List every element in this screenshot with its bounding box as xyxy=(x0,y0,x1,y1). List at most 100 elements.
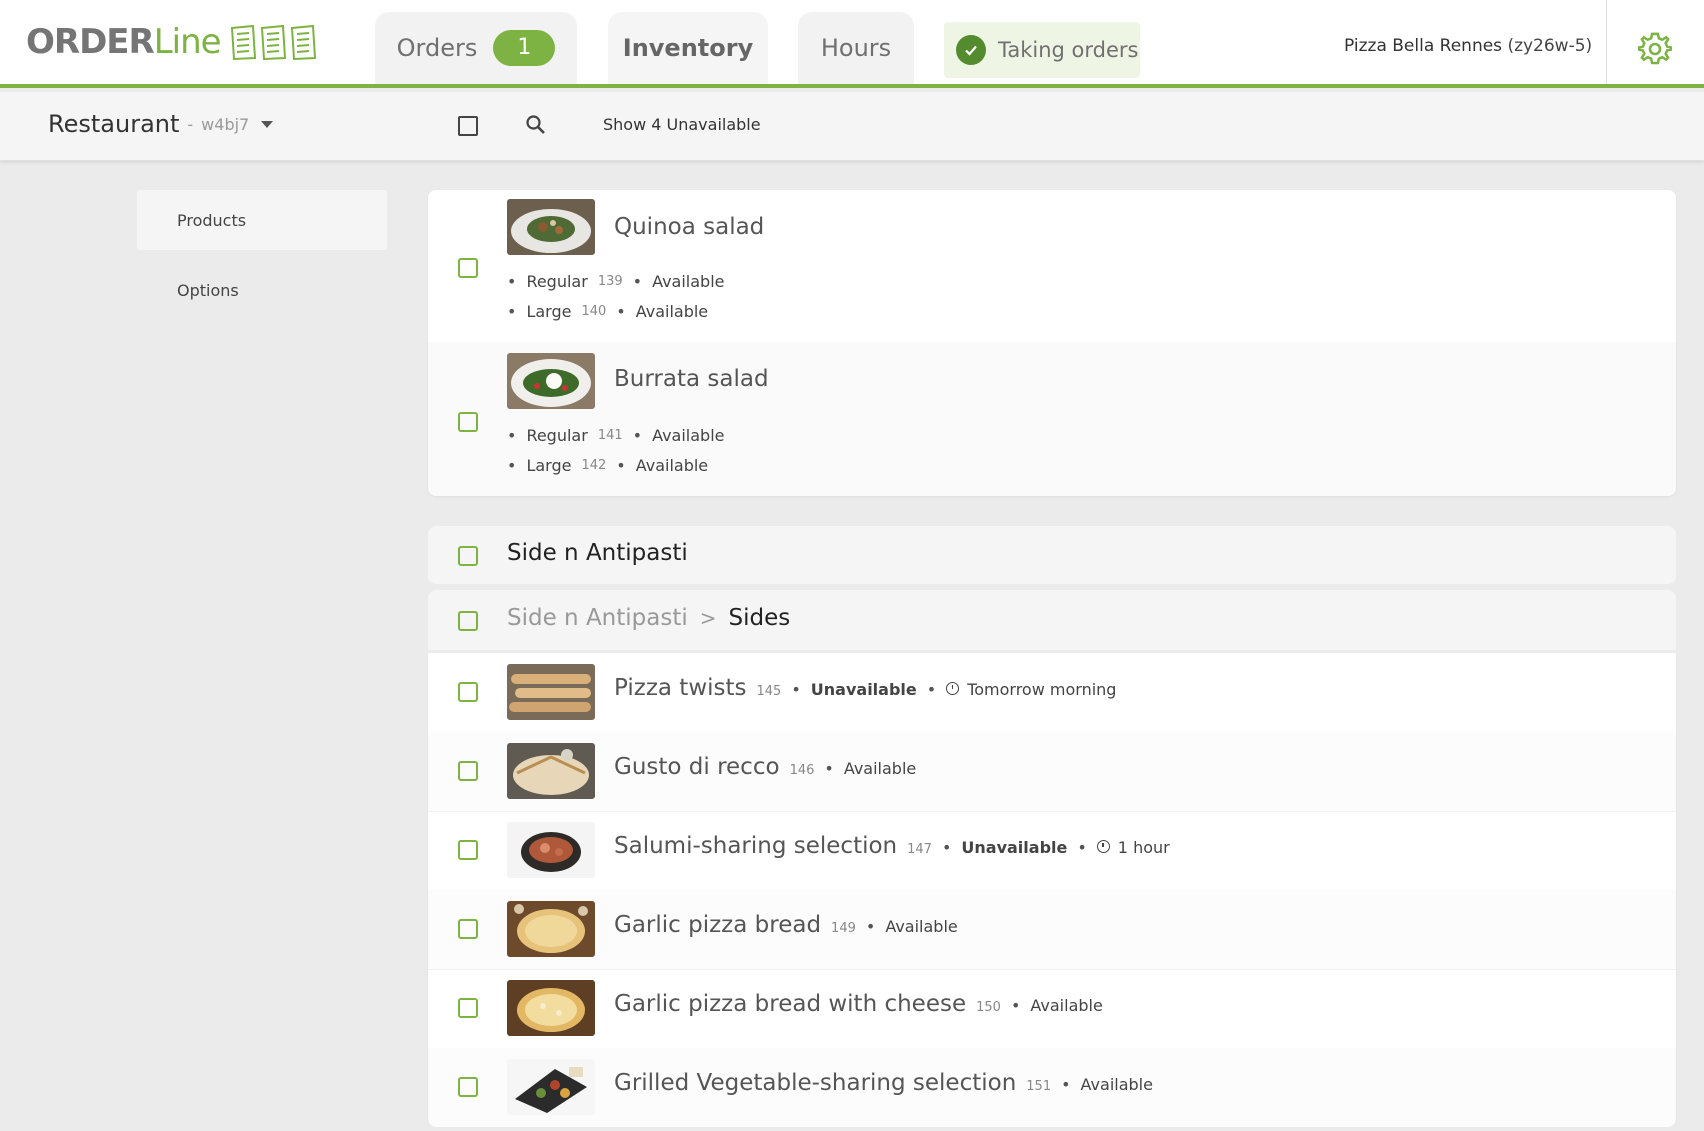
product-status: Unavailable xyxy=(961,838,1068,857)
subcategory-header: Side n Antipasti > Sides xyxy=(428,590,1676,650)
product-name: Grilled Vegetable-sharing selection xyxy=(614,1070,1017,1096)
product-item: Pizza twists 145 • Unavailable • Tomorro… xyxy=(428,653,1676,733)
product-number: 151 xyxy=(1026,1079,1052,1094)
product-thumbnail xyxy=(507,822,595,878)
product-checkbox[interactable] xyxy=(458,919,478,939)
orderline-logo[interactable]: ORDER Line xyxy=(26,22,321,62)
salads-card: Quinoa salad • Regular 139 • Available •… xyxy=(428,190,1676,496)
product-checkbox[interactable] xyxy=(458,258,478,278)
product-thumbnail xyxy=(507,353,595,409)
top-navigation-bar: ORDER Line Orders 1 Inventory Hours Taki… xyxy=(0,0,1704,88)
taking-orders-label: Taking orders xyxy=(998,38,1139,62)
product-item: Burrata salad • Regular 141 • Available … xyxy=(428,342,1676,496)
clock-icon xyxy=(1096,840,1110,853)
logo-line-text: Line xyxy=(153,22,222,62)
restaurant-account[interactable]: Pizza Bella Rennes (zy26w-5) xyxy=(1344,36,1592,56)
variant-row: • Large 142 • Available xyxy=(507,456,709,475)
tab-inventory[interactable]: Inventory xyxy=(608,12,768,84)
restaurant-name: Pizza Bella Rennes xyxy=(1344,36,1503,56)
product-status: Unavailable xyxy=(810,680,917,699)
checkmark-icon xyxy=(956,35,986,65)
select-all-checkbox[interactable] xyxy=(458,116,478,136)
variant-status: Available xyxy=(652,272,725,291)
search-icon[interactable] xyxy=(525,114,547,140)
product-status: Available xyxy=(843,759,917,778)
product-number: 150 xyxy=(976,1000,1001,1015)
menu-card-icon xyxy=(230,24,316,60)
tab-inventory-label: Inventory xyxy=(622,34,754,62)
product-number: 146 xyxy=(789,763,815,778)
product-name: Pizza twists xyxy=(614,675,747,701)
product-thumbnail xyxy=(507,901,595,957)
tab-hours[interactable]: Hours xyxy=(798,12,914,84)
variant-size: Regular xyxy=(526,272,588,291)
product-checkbox[interactable] xyxy=(458,682,478,702)
variant-number: 140 xyxy=(581,304,607,319)
restaurant-selector[interactable]: Restaurant - w4bj7 xyxy=(48,110,274,138)
product-thumbnail xyxy=(507,664,595,720)
product-checkbox[interactable] xyxy=(458,840,478,860)
product-item: Quinoa salad • Regular 139 • Available •… xyxy=(428,190,1676,343)
restaurant-selector-code: w4bj7 xyxy=(201,114,250,134)
variant-size: Regular xyxy=(526,426,588,445)
variant-row: • Regular 139 • Available xyxy=(507,272,725,291)
variant-number: 142 xyxy=(581,458,607,473)
tab-orders-label: Orders xyxy=(396,34,478,62)
breadcrumb-parent[interactable]: Side n Antipasti xyxy=(507,605,688,631)
category-header: Side n Antipasti xyxy=(428,526,1676,584)
product-item: Grilled Vegetable-sharing selection 151 … xyxy=(428,1048,1676,1127)
restaurant-id: (zy26w-5) xyxy=(1507,36,1593,56)
product-number: 145 xyxy=(756,684,782,699)
side-navigation: Products Options xyxy=(137,190,387,320)
variant-status: Available xyxy=(635,302,709,321)
breadcrumb: Side n Antipasti > Sides xyxy=(507,605,790,631)
product-item: Garlic pizza bread 149 • Available xyxy=(428,890,1676,970)
variant-row: • Large 140 • Available xyxy=(507,302,709,321)
clock-icon xyxy=(946,682,960,695)
breadcrumb-current: Sides xyxy=(728,605,791,631)
caret-down-icon xyxy=(261,120,274,128)
inventory-toolbar: Restaurant - w4bj7 xyxy=(0,92,1704,161)
product-status: Available xyxy=(1030,996,1103,1015)
product-checkbox[interactable] xyxy=(458,1077,478,1097)
product-name: Salumi-sharing selection xyxy=(614,833,898,859)
tab-hours-label: Hours xyxy=(820,34,892,62)
product-number: 147 xyxy=(907,842,932,857)
tab-orders[interactable]: Orders 1 xyxy=(375,12,577,84)
product-status: Available xyxy=(885,917,958,936)
product-name: Garlic pizza bread xyxy=(614,912,822,938)
variant-size: Large xyxy=(526,302,572,321)
product-number: 149 xyxy=(831,921,856,936)
variant-row: • Regular 141 • Available xyxy=(507,426,725,445)
show-unavailable-toggle[interactable]: Show 4 Unavailable xyxy=(603,115,761,134)
variant-size: Large xyxy=(526,456,572,475)
unavailable-until: 1 hour xyxy=(1117,838,1170,857)
variant-status: Available xyxy=(635,456,709,475)
product-name: Gusto di recco xyxy=(614,754,780,780)
variant-status: Available xyxy=(652,426,725,445)
taking-orders-toggle[interactable]: Taking orders xyxy=(944,22,1140,78)
product-name: Burrata salad xyxy=(614,366,769,392)
sidebar-item-options[interactable]: Options xyxy=(137,260,387,320)
product-status: Available xyxy=(1080,1075,1153,1094)
product-name: Quinoa salad xyxy=(614,214,765,240)
product-name: Garlic pizza bread with cheese xyxy=(614,991,967,1017)
gear-icon[interactable] xyxy=(1637,32,1673,70)
product-item: Garlic pizza bread with cheese 150 • Ava… xyxy=(428,969,1676,1049)
subcategory-checkbox[interactable] xyxy=(458,611,478,631)
logo-order-text: ORDER xyxy=(26,22,155,62)
category-title: Side n Antipasti xyxy=(507,540,688,566)
sidebar-item-products[interactable]: Products xyxy=(137,190,387,250)
sides-card: Pizza twists 145 • Unavailable • Tomorro… xyxy=(428,653,1676,1127)
product-checkbox[interactable] xyxy=(458,998,478,1018)
product-item: Gusto di recco 146 • Available xyxy=(428,732,1676,812)
product-checkbox[interactable] xyxy=(458,412,478,432)
category-checkbox[interactable] xyxy=(458,546,478,566)
breadcrumb-separator: > xyxy=(699,606,717,630)
divider xyxy=(1606,0,1607,84)
product-thumbnail xyxy=(507,1059,595,1115)
product-checkbox[interactable] xyxy=(458,761,478,781)
restaurant-selector-label: Restaurant xyxy=(48,110,180,138)
product-thumbnail xyxy=(507,199,595,255)
product-thumbnail xyxy=(507,980,595,1036)
